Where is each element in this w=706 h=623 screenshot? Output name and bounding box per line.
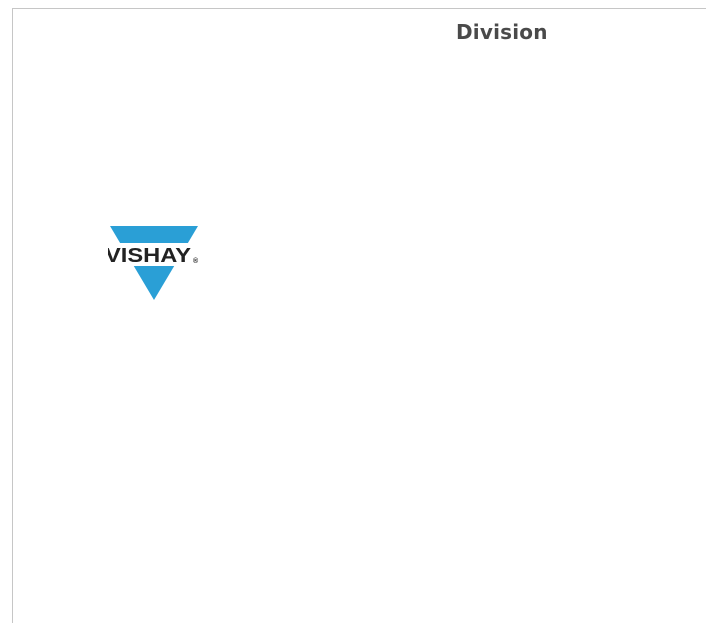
logo-wordmark: VISHAY (108, 245, 192, 267)
page: Division VISHAY ® (0, 0, 706, 623)
logo-registered-mark: ® (193, 257, 199, 265)
content-frame (12, 8, 706, 623)
vishay-logo[interactable]: VISHAY ® (108, 226, 200, 300)
vishay-logo-icon: VISHAY ® (108, 226, 200, 300)
division-header-title: Division (456, 20, 548, 44)
